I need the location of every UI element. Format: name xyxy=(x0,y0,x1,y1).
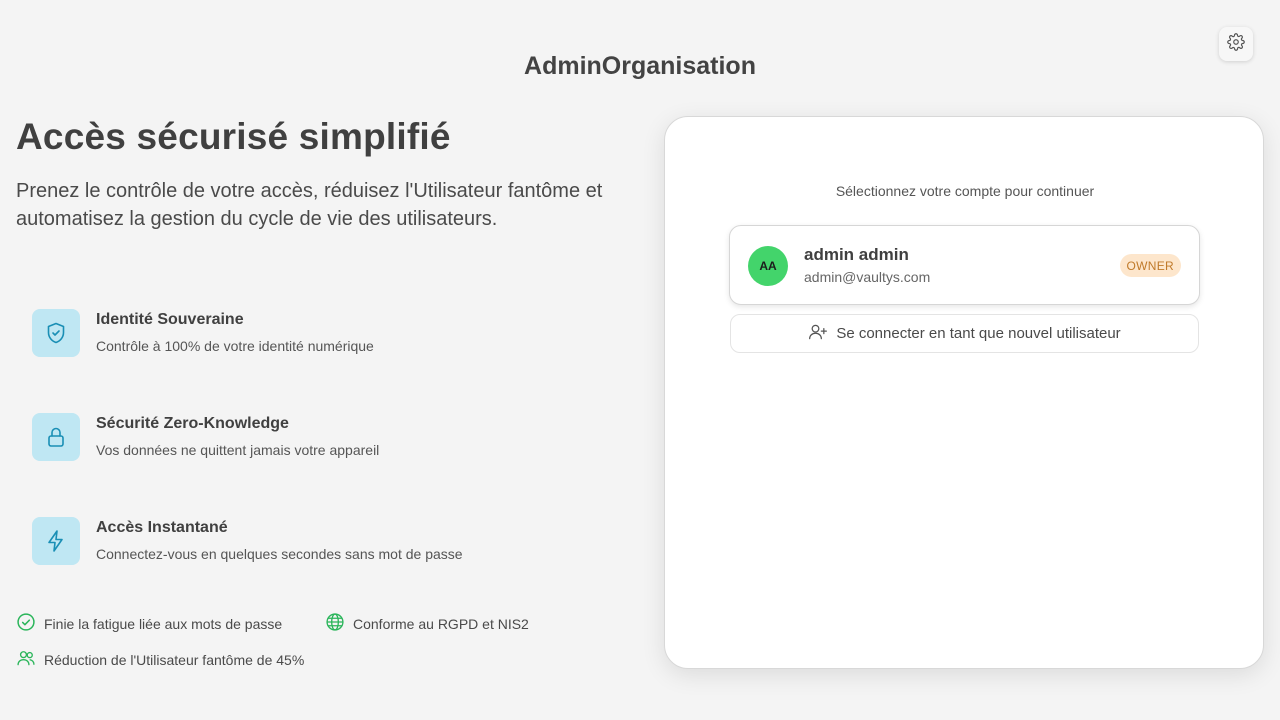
badge-shadow-user-reduction: Réduction de l'Utilisateur fantôme de 45… xyxy=(16,648,304,671)
role-badge: OWNER xyxy=(1119,254,1181,277)
feature-description: Contrôle à 100% de votre identité numéri… xyxy=(96,338,374,354)
globe-icon xyxy=(325,612,353,635)
feature-zero-knowledge: Sécurité Zero-Knowledge Vos données ne q… xyxy=(32,413,592,463)
hero-subtitle: Prenez le contrôle de votre accès, rédui… xyxy=(16,180,603,230)
check-circle-icon xyxy=(16,612,44,635)
users-icon xyxy=(16,648,44,671)
feature-description: Vos données ne quittent jamais votre app… xyxy=(96,442,380,458)
avatar: AA xyxy=(748,246,788,286)
new-user-label: Se connecter en tant que nouvel utilisat… xyxy=(836,325,1121,342)
account-item[interactable]: AA admin admin admin@vaultys.com OWNER xyxy=(729,225,1200,305)
badge-no-password-fatigue: Finie la fatigue liée aux mots de passe xyxy=(16,612,282,635)
feature-title: Identité Souveraine xyxy=(96,311,244,328)
feature-sovereign-identity: Identité Souveraine Contrôle à 100% de v… xyxy=(32,309,592,359)
account-email: admin@vaultys.com xyxy=(804,269,931,285)
lightning-icon xyxy=(32,517,80,565)
badge-gdpr-nis2: Conforme au RGPD et NIS2 xyxy=(325,612,529,635)
lock-icon xyxy=(32,413,80,461)
feature-title: Accès Instantané xyxy=(96,519,228,536)
account-selection-card: Sélectionnez votre compte pour continuer… xyxy=(664,116,1264,669)
card-prompt: Sélectionnez votre compte pour continuer xyxy=(835,183,1095,199)
feature-instant-access: Accès Instantané Connectez-vous en quelq… xyxy=(32,517,592,567)
badge-label: Conforme au RGPD et NIS2 xyxy=(353,615,529,632)
user-plus-icon xyxy=(808,322,836,346)
feature-description: Connectez-vous en quelques secondes sans… xyxy=(96,546,463,562)
account-name: admin admin xyxy=(804,245,909,264)
hero-title: Accès sécurisé simplifié xyxy=(16,116,451,157)
badge-label: Finie la fatigue liée aux mots de passe xyxy=(44,615,283,632)
app-title: AdminOrganisation xyxy=(524,52,756,80)
feature-title: Sécurité Zero-Knowledge xyxy=(96,415,289,432)
new-user-login-button[interactable]: Se connecter en tant que nouvel utilisat… xyxy=(730,314,1199,353)
shield-check-icon xyxy=(32,309,80,357)
badge-label: Réduction de l'Utilisateur fantôme de 45… xyxy=(44,651,305,668)
